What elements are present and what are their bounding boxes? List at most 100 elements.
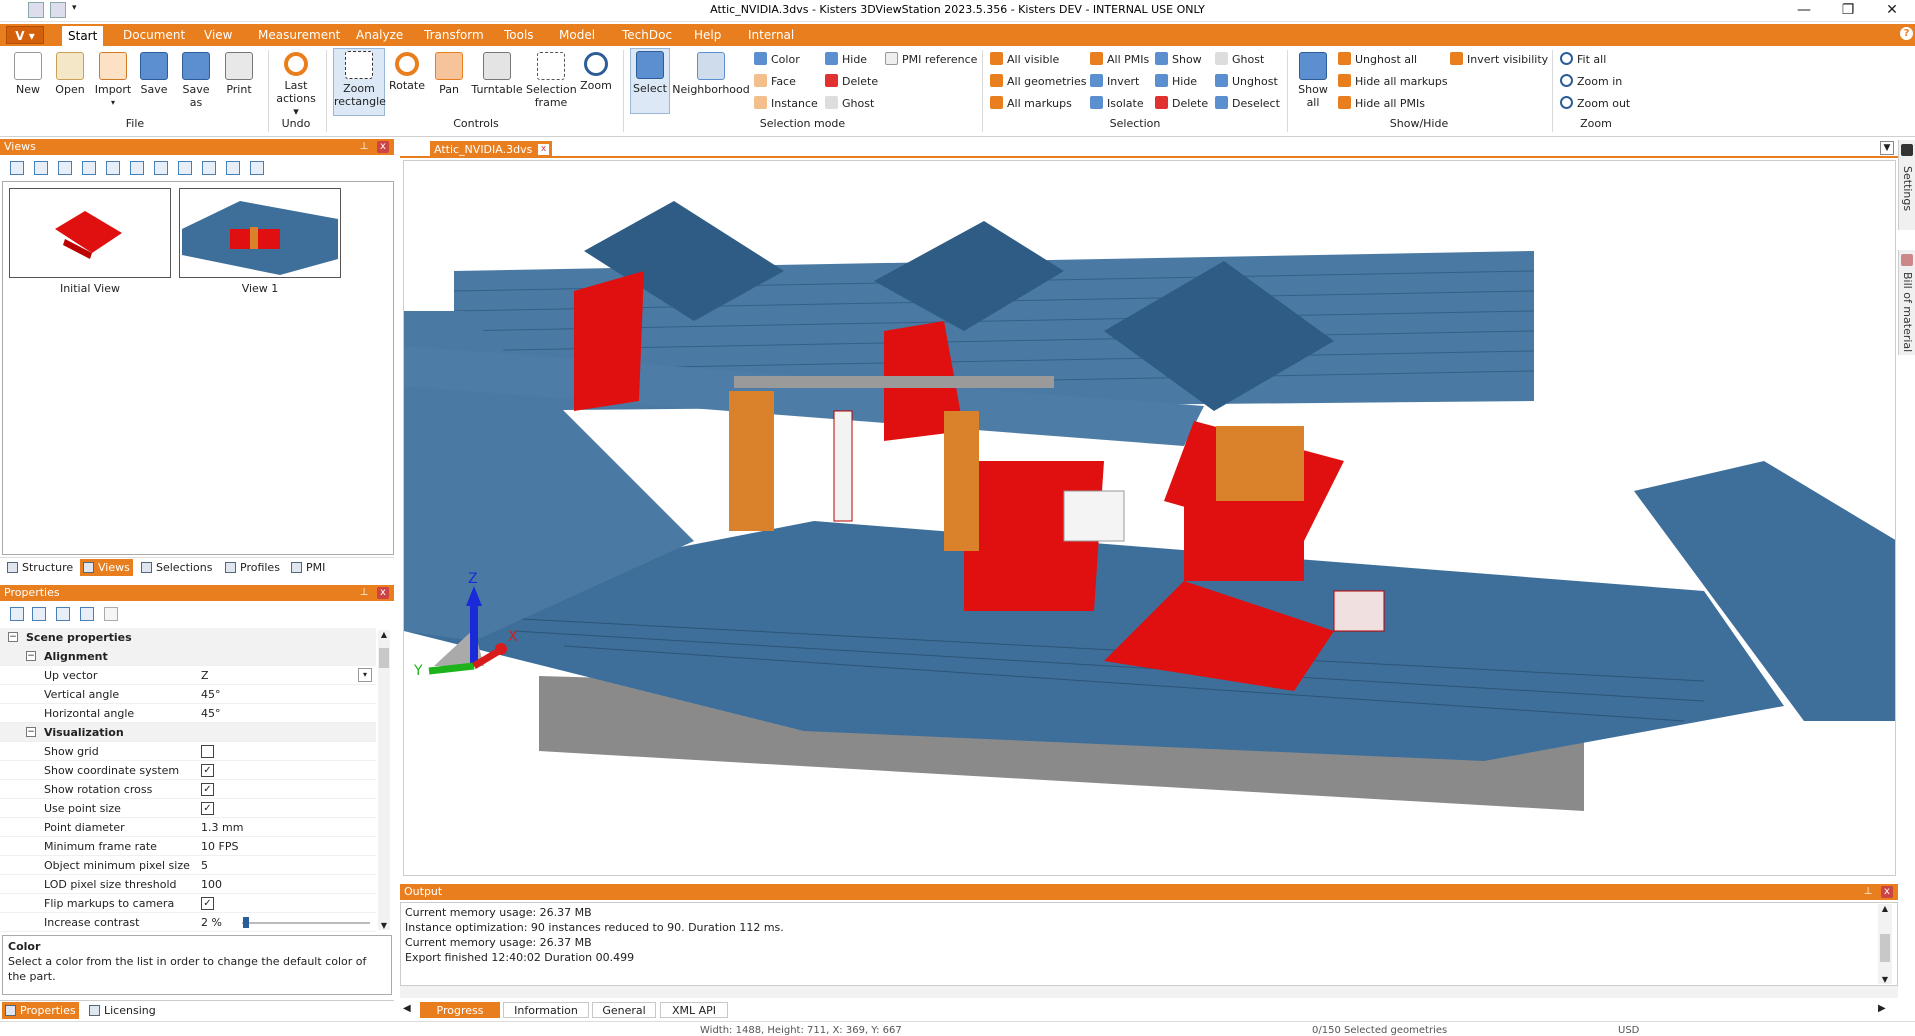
- delete-view-icon[interactable]: [82, 161, 96, 175]
- delete-button[interactable]: Delete: [1155, 96, 1208, 112]
- scrollbar-thumb[interactable]: [379, 648, 389, 668]
- select-button[interactable]: Select: [630, 48, 670, 114]
- tab-views[interactable]: Views: [80, 559, 133, 576]
- new-button[interactable]: New: [10, 50, 46, 96]
- tab-pmi[interactable]: PMI: [288, 559, 328, 576]
- output-hscrollbar[interactable]: [400, 986, 1898, 998]
- tab-help[interactable]: Help: [688, 24, 727, 46]
- tab-progress[interactable]: Progress: [420, 1002, 500, 1018]
- zoom-in-button[interactable]: Zoom in: [1560, 74, 1622, 90]
- property-row[interactable]: LOD pixel size threshold 100: [0, 875, 376, 894]
- alignment-category[interactable]: − Alignment: [0, 647, 376, 666]
- loop-icon[interactable]: [202, 161, 216, 175]
- tab-view[interactable]: View: [198, 24, 238, 46]
- bill-of-material-side-tab[interactable]: Bill of material: [1898, 250, 1915, 355]
- zoom-out-button[interactable]: Zoom out: [1560, 96, 1630, 112]
- collapse-icon[interactable]: −: [26, 727, 36, 737]
- dropdown-arrow-icon[interactable]: ▾: [358, 668, 372, 682]
- tab-information[interactable]: Information: [503, 1002, 589, 1018]
- tab-selections[interactable]: Selections: [138, 559, 215, 576]
- tab-profiles[interactable]: Profiles: [222, 559, 283, 576]
- scroll-left-icon[interactable]: ◀: [403, 1003, 411, 1014]
- property-value[interactable]: Z: [201, 666, 209, 685]
- save-button[interactable]: Save: [137, 50, 171, 96]
- tab-list-dropdown-icon[interactable]: ▼: [1880, 141, 1894, 155]
- checkbox[interactable]: ✓: [201, 897, 214, 910]
- property-row[interactable]: Point diameter 1.3 mm: [0, 818, 376, 837]
- restore-button[interactable]: ❐: [1826, 0, 1870, 22]
- property-value[interactable]: 10 FPS: [201, 837, 238, 856]
- tab-xml-api[interactable]: XML API: [660, 1002, 728, 1018]
- property-row[interactable]: Show rotation cross ✓: [0, 780, 376, 799]
- all-markups-button[interactable]: All markups: [990, 96, 1072, 112]
- property-value[interactable]: 2 %: [201, 913, 222, 932]
- invert-button[interactable]: Invert: [1090, 74, 1139, 90]
- property-value[interactable]: 1.3 mm: [201, 818, 243, 837]
- funnel-icon[interactable]: [104, 607, 118, 621]
- ghost-mode-button[interactable]: Ghost: [825, 96, 874, 112]
- collapse-all-icon[interactable]: [32, 607, 46, 621]
- last-actions-button[interactable]: Last actions ▾: [274, 50, 318, 118]
- checkbox[interactable]: ✓: [201, 783, 214, 796]
- property-value[interactable]: 45°: [201, 685, 221, 704]
- property-row[interactable]: Show coordinate system ✓: [0, 761, 376, 780]
- scrollbar-thumb[interactable]: [1880, 934, 1890, 962]
- minimize-button[interactable]: —: [1782, 0, 1826, 22]
- contrast-slider-thumb[interactable]: [243, 917, 249, 928]
- checkbox[interactable]: [201, 745, 214, 758]
- hide-mode-button[interactable]: Hide: [825, 52, 867, 68]
- checkbox[interactable]: ✓: [201, 764, 214, 777]
- tab-general[interactable]: General: [592, 1002, 656, 1018]
- deselect-button[interactable]: Deselect: [1215, 96, 1280, 112]
- visualization-category[interactable]: − Visualization: [0, 723, 376, 742]
- tab-structure[interactable]: Structure: [4, 559, 76, 576]
- pan-button[interactable]: Pan: [432, 50, 466, 96]
- properties-scrollbar[interactable]: ▲ ▼: [378, 630, 390, 930]
- filter-icon[interactable]: [80, 607, 94, 621]
- tab-start[interactable]: Start: [62, 26, 104, 46]
- tab-licensing[interactable]: Licensing: [86, 1002, 159, 1019]
- print-button[interactable]: Print: [222, 50, 256, 96]
- view-thumbnail-view1[interactable]: [179, 188, 341, 278]
- invert-visibility-button[interactable]: Invert visibility: [1450, 52, 1548, 68]
- selection-frame-button[interactable]: Selection frame: [526, 50, 577, 109]
- property-row[interactable]: Show grid: [0, 742, 376, 761]
- property-value[interactable]: 5: [201, 856, 208, 875]
- stop-icon[interactable]: [130, 161, 144, 175]
- close-button[interactable]: ✕: [1870, 0, 1914, 22]
- collapse-icon[interactable]: −: [8, 632, 18, 642]
- show-all-button[interactable]: Show all: [1294, 50, 1332, 109]
- instance-button[interactable]: Instance: [754, 96, 818, 112]
- home-icon[interactable]: [10, 161, 24, 175]
- neighborhood-button[interactable]: Neighborhood: [672, 50, 750, 96]
- property-row[interactable]: Use point size ✓: [0, 799, 376, 818]
- delete-mode-button[interactable]: Delete: [825, 74, 878, 90]
- tab-techdoc[interactable]: TechDoc: [616, 24, 678, 46]
- close-icon[interactable]: x: [1881, 886, 1893, 898]
- fit-view-icon[interactable]: [178, 161, 192, 175]
- hide-all-pmis-button[interactable]: Hide all PMIs: [1338, 96, 1425, 112]
- unghost-button[interactable]: Unghost: [1215, 74, 1278, 90]
- scene-properties-category[interactable]: − Scene properties: [0, 628, 376, 647]
- contrast-slider-track[interactable]: [242, 922, 370, 924]
- document-tab[interactable]: Attic_NVIDIA.3dvs x: [430, 141, 552, 158]
- import-button[interactable]: Import ▾: [93, 50, 133, 109]
- all-visible-button[interactable]: All visible: [990, 52, 1059, 68]
- open-button[interactable]: Open: [52, 50, 88, 96]
- hide-button[interactable]: Hide: [1155, 74, 1197, 90]
- save-as-button[interactable]: Save as: [178, 50, 214, 109]
- view-thumbnail-initial[interactable]: [9, 188, 171, 278]
- pin-icon[interactable]: ⊥: [358, 587, 370, 599]
- tab-tools[interactable]: Tools: [498, 24, 540, 46]
- zoom-rectangle-button[interactable]: Zoom rectangle: [333, 48, 386, 116]
- property-value[interactable]: 45°: [201, 704, 221, 723]
- close-icon[interactable]: x: [377, 141, 389, 153]
- output-scrollbar[interactable]: ▲ ▼: [1878, 904, 1892, 984]
- tab-internal[interactable]: Internal: [742, 24, 800, 46]
- property-row[interactable]: Minimum frame rate 10 FPS: [0, 837, 376, 856]
- hide-all-markups-button[interactable]: Hide all markups: [1338, 74, 1448, 90]
- all-pmis-button[interactable]: All PMIs: [1090, 52, 1149, 68]
- update-view-icon[interactable]: [58, 161, 72, 175]
- pmi-reference-button[interactable]: PMI reference: [885, 52, 977, 68]
- rotate-button[interactable]: Rotate: [388, 50, 426, 92]
